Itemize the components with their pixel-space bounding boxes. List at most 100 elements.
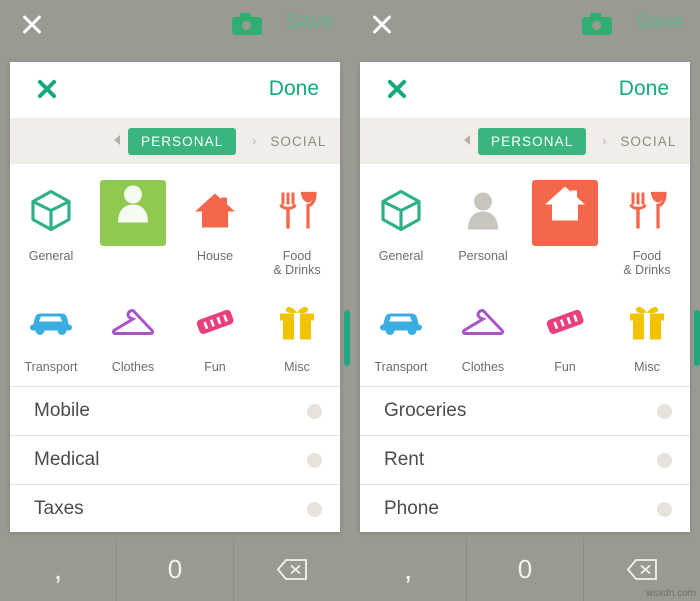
- category-tile: [182, 291, 248, 357]
- category-tile: [18, 291, 84, 357]
- category-label: Personal: [458, 249, 508, 263]
- key-zero[interactable]: 0: [117, 538, 234, 601]
- list-item[interactable]: Taxes: [10, 485, 340, 532]
- category-tile-selected: [100, 180, 166, 246]
- subcategory-label: Medical: [34, 449, 100, 470]
- key-backspace[interactable]: [234, 538, 350, 601]
- save-button[interactable]: Save: [285, 10, 334, 34]
- category-picker-card-right: Done PERSONAL › SOCIAL W: [360, 62, 690, 532]
- category-label: House: [196, 249, 234, 263]
- key-comma[interactable]: ,: [0, 538, 117, 601]
- tab-strip-left: PERSONAL › SOCIAL W: [10, 118, 340, 164]
- category-house[interactable]: House: [174, 172, 256, 283]
- screen-left: Save Done PERSONAL › SOCIAL W: [0, 0, 350, 601]
- house-icon: [194, 192, 236, 235]
- category-general[interactable]: General: [360, 172, 442, 283]
- tab-personal[interactable]: PERSONAL: [478, 127, 587, 155]
- hanger-icon: [111, 307, 155, 342]
- done-button[interactable]: Done: [269, 77, 319, 101]
- list-item[interactable]: Phone: [360, 485, 690, 532]
- keypad-left: , 0: [0, 538, 350, 601]
- color-dot[interactable]: [307, 452, 322, 468]
- card-header-left: Done: [10, 62, 340, 118]
- category-label: Clothes: [461, 360, 505, 374]
- category-tile: [614, 291, 680, 357]
- category-clothes[interactable]: Clothes: [442, 283, 524, 380]
- tab-personal[interactable]: PERSONAL: [128, 127, 237, 155]
- category-transport[interactable]: Transport: [360, 283, 442, 380]
- tab-social[interactable]: SOCIAL: [270, 134, 326, 149]
- category-label: Transport: [374, 360, 428, 374]
- car-icon: [29, 308, 73, 341]
- category-grid-left: General Personal House Food & Drinks Tra…: [10, 164, 340, 386]
- category-transport[interactable]: Transport: [10, 283, 92, 380]
- category-tile: [532, 291, 598, 357]
- camera-lens: [242, 21, 251, 30]
- close-icon[interactable]: [384, 76, 410, 102]
- food-drinks-icon: [627, 191, 667, 236]
- subcategory-list-left: Mobile Medical Taxes Insurance: [10, 386, 340, 532]
- category-clothes[interactable]: Clothes: [92, 283, 174, 380]
- category-general[interactable]: General: [10, 172, 92, 283]
- category-tile: [264, 291, 330, 357]
- category-tile: [18, 180, 84, 246]
- color-dot[interactable]: [657, 403, 672, 419]
- close-icon[interactable]: [34, 76, 60, 102]
- color-dot[interactable]: [307, 501, 322, 517]
- category-tile: [614, 180, 680, 246]
- category-tile: [368, 291, 434, 357]
- category-tile: [450, 291, 516, 357]
- list-item[interactable]: Rent: [360, 436, 690, 485]
- category-tile-selected: [532, 180, 598, 246]
- category-label: Personal: [108, 257, 158, 271]
- backspace-icon: [277, 559, 307, 580]
- key-zero[interactable]: 0: [467, 538, 584, 601]
- category-label: Transport: [24, 360, 78, 374]
- category-tile: [368, 180, 434, 246]
- color-dot[interactable]: [307, 403, 322, 419]
- category-label: Food & Drinks: [273, 249, 321, 277]
- gift-icon: [627, 303, 667, 346]
- color-dot[interactable]: [657, 501, 672, 517]
- camera-icon[interactable]: [582, 13, 612, 35]
- color-dot[interactable]: [657, 452, 672, 468]
- category-label: Fun: [554, 360, 576, 374]
- camera-icon[interactable]: [232, 13, 262, 35]
- chevron-left-icon: [464, 135, 470, 145]
- card-header-right: Done: [360, 62, 690, 118]
- hanger-icon: [461, 307, 505, 342]
- category-fun[interactable]: Fun: [524, 283, 606, 380]
- camera-lens: [592, 21, 601, 30]
- subcategory-list-right: Groceries Rent Phone Electricity: [360, 386, 690, 532]
- list-item[interactable]: Mobile: [10, 387, 340, 436]
- category-misc[interactable]: Misc: [256, 283, 338, 380]
- box-icon: [381, 189, 421, 237]
- box-icon: [31, 189, 71, 237]
- tab-social[interactable]: SOCIAL: [620, 134, 676, 149]
- key-comma[interactable]: ,: [350, 538, 467, 601]
- close-icon[interactable]: [368, 10, 396, 38]
- category-personal[interactable]: Personal: [92, 172, 174, 283]
- category-tile: [264, 180, 330, 246]
- category-food-drinks[interactable]: Food & Drinks: [606, 172, 688, 283]
- category-personal[interactable]: Personal: [442, 172, 524, 283]
- save-button[interactable]: Save: [635, 10, 684, 34]
- done-button[interactable]: Done: [619, 77, 669, 101]
- category-fun[interactable]: Fun: [174, 283, 256, 380]
- category-tile: [450, 180, 516, 246]
- category-label: Misc: [634, 360, 660, 374]
- category-food-drinks[interactable]: Food & Drinks: [256, 172, 338, 283]
- category-grid-right: General Personal House Food & Drinks Tra…: [360, 164, 690, 386]
- list-item[interactable]: Medical: [10, 436, 340, 485]
- close-icon[interactable]: [18, 10, 46, 38]
- scrollbar-thumb[interactable]: [694, 310, 700, 366]
- category-house[interactable]: House: [524, 172, 606, 283]
- category-label: Food & Drinks: [623, 249, 671, 277]
- ticket-icon: [193, 306, 237, 343]
- list-item[interactable]: Groceries: [360, 387, 690, 436]
- category-label: House: [546, 257, 584, 271]
- category-misc[interactable]: Misc: [606, 283, 688, 380]
- ticket-icon: [543, 306, 587, 343]
- top-bar-right: Save: [350, 0, 700, 56]
- category-label: Fun: [204, 360, 226, 374]
